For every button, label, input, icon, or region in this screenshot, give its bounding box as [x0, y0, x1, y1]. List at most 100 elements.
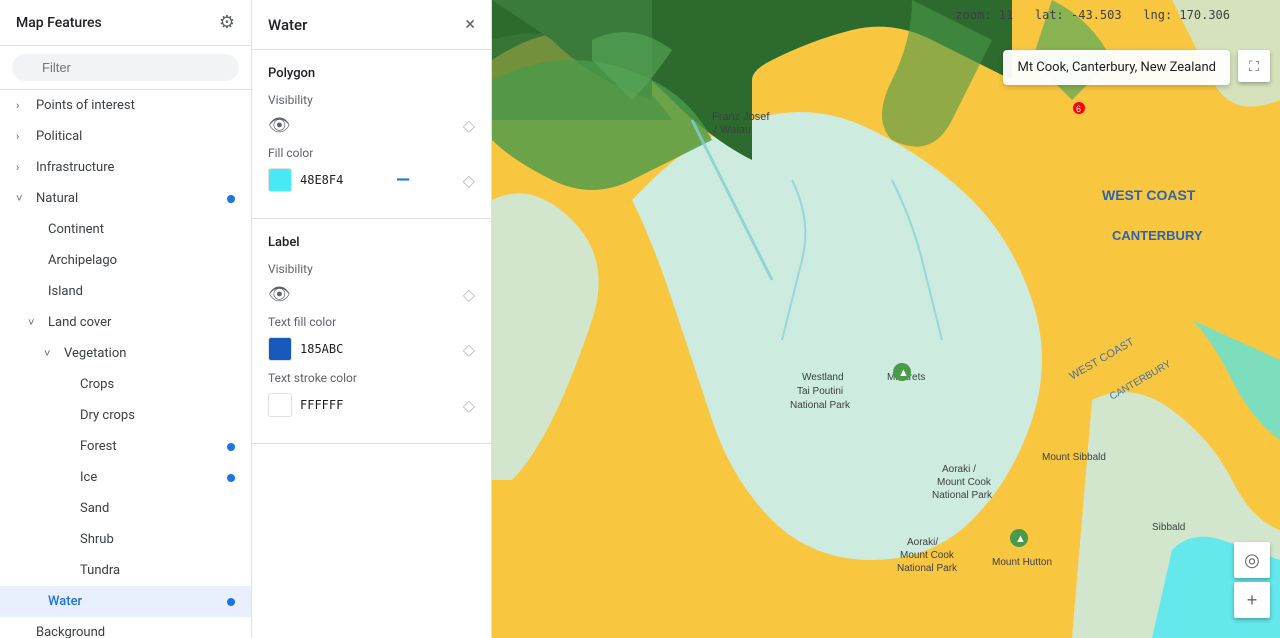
sidebar-item-label: Island	[48, 284, 235, 299]
chevron-icon: ˅	[16, 192, 32, 205]
sidebar-item-infrastructure[interactable]: › Infrastructure	[0, 152, 251, 183]
diamond-icon-text-stroke[interactable]: ◇	[463, 396, 475, 415]
label-heading: Label	[268, 235, 475, 250]
svg-text:Mount Sibbald: Mount Sibbald	[1042, 452, 1106, 463]
sidebar: Map Features ⚙ ≡ › Points of interest ›Pol…	[0, 0, 252, 638]
diamond-icon-text-fill[interactable]: ◇	[463, 340, 475, 359]
svg-text:Mount Cook: Mount Cook	[900, 550, 955, 561]
filter-wrap: ≡	[12, 54, 239, 81]
svg-text:Mount Cook: Mount Cook	[937, 477, 992, 488]
diamond-icon-label[interactable]: ◇	[463, 285, 475, 304]
text-stroke-color-swatch-wrap: FFFFFF	[268, 393, 343, 417]
fill-color-row: 48E8F4 — ◇	[268, 168, 475, 192]
fullscreen-icon: ⛶	[1249, 58, 1259, 75]
close-icon[interactable]: ×	[465, 14, 475, 35]
panel-header: Water ×	[252, 0, 491, 50]
sidebar-item-background[interactable]: Background	[0, 617, 251, 638]
diamond-icon-polygon[interactable]: ◇	[463, 116, 475, 135]
svg-text:CANTERBURY: CANTERBURY	[1112, 228, 1203, 243]
svg-text:Franz Josef: Franz Josef	[712, 111, 770, 123]
chevron-icon: ›	[16, 130, 32, 143]
sidebar-item-label: Water	[48, 594, 227, 609]
location-button[interactable]: ◎	[1234, 542, 1270, 578]
sidebar-item-label: Natural	[36, 191, 227, 206]
zoom-in-button[interactable]: +	[1234, 582, 1270, 618]
chevron-icon: ˅	[28, 316, 44, 329]
polygon-section: Polygon Visibility 👁 ◇ Fill color 48E8F4…	[252, 50, 491, 219]
svg-text:National Park: National Park	[932, 490, 993, 501]
sidebar-item-label: Forest	[80, 439, 227, 454]
fullscreen-button[interactable]: ⛶	[1238, 50, 1270, 82]
gear-icon[interactable]: ⚙	[219, 12, 235, 33]
modified-dot	[227, 443, 235, 451]
chevron-icon: ›	[16, 99, 32, 112]
sidebar-item-label: Shrub	[80, 532, 235, 547]
text-stroke-color-swatch[interactable]	[268, 393, 292, 417]
text-fill-color-swatch-wrap: 185ABC	[268, 337, 343, 361]
text-fill-color-label: Text fill color	[268, 315, 475, 329]
sidebar-item-island[interactable]: Island	[0, 276, 251, 307]
sidebar-item-land-cover[interactable]: ˅ Land cover	[0, 307, 251, 338]
sidebar-item-label: Vegetation	[64, 346, 235, 361]
svg-text:/ Waiau: / Waiau	[714, 124, 751, 136]
svg-text:WEST COAST: WEST COAST	[1102, 187, 1196, 203]
sidebar-item-label: Continent	[48, 222, 235, 237]
text-fill-color-row: 185ABC ◇	[268, 337, 475, 361]
svg-text:▲: ▲	[898, 367, 909, 379]
sidebar-item-sand[interactable]: Sand	[0, 493, 251, 524]
sidebar-item-archipelago[interactable]: Archipelago	[0, 245, 251, 276]
fill-color-value: 48E8F4	[300, 173, 343, 187]
filter-bar: ≡	[0, 46, 251, 90]
svg-text:Westland: Westland	[802, 372, 844, 383]
eye-icon-label[interactable]: 👁	[268, 284, 291, 305]
sidebar-list: ›Points of interest›Political›Infrastruc…	[0, 90, 251, 638]
feature-panel: Water × Polygon Visibility 👁 ◇ Fill colo…	[252, 0, 492, 638]
sidebar-item-label: Land cover	[48, 315, 235, 330]
svg-text:Aoraki/: Aoraki/	[907, 537, 938, 548]
map-area[interactable]: WEST COAST CANTERBURY WEST COAST CANTERB…	[492, 0, 1280, 638]
visibility-label-label: Visibility	[268, 262, 475, 276]
sidebar-item-dry-crops[interactable]: Dry crops	[0, 400, 251, 431]
sidebar-item-label: Archipelago	[48, 253, 235, 268]
text-stroke-color-label: Text stroke color	[268, 371, 475, 385]
sidebar-item-water[interactable]: Water	[0, 586, 251, 617]
sidebar-item-natural[interactable]: ˅ Natural	[0, 183, 251, 214]
sidebar-item-crops[interactable]: Crops	[0, 369, 251, 400]
sidebar-item-continent[interactable]: Continent	[0, 214, 251, 245]
modified-dot	[227, 195, 235, 203]
text-fill-color-swatch[interactable]	[268, 337, 292, 361]
minus-icon-fill[interactable]: —	[396, 170, 410, 191]
sidebar-item-label: Sand	[80, 501, 235, 516]
sidebar-item-tundra[interactable]: Tundra	[0, 555, 251, 586]
sidebar-item-label: Infrastructure	[36, 160, 235, 175]
sidebar-item-ice[interactable]: Ice	[0, 462, 251, 493]
sidebar-header: Map Features ⚙	[0, 0, 251, 46]
location-icon: ◎	[1244, 550, 1260, 571]
sidebar-item-points-of-interest[interactable]: › Points of interest	[0, 90, 251, 121]
sidebar-item-label: Points of interest	[36, 98, 235, 113]
text-stroke-color-value: FFFFFF	[300, 398, 343, 412]
chevron-icon: ˅	[44, 347, 60, 360]
sidebar-item-label: Tundra	[80, 563, 235, 578]
sidebar-item-label: Ice	[80, 470, 227, 485]
filter-input[interactable]	[12, 54, 239, 81]
modified-dot	[227, 598, 235, 606]
svg-text:Sibbald: Sibbald	[1152, 522, 1185, 533]
fill-color-swatch[interactable]	[268, 168, 292, 192]
visibility-label-polygon: Visibility	[268, 93, 475, 107]
visibility-control-polygon: 👁 ◇	[268, 115, 475, 136]
sidebar-title: Map Features	[16, 15, 102, 31]
chevron-icon: ›	[16, 161, 32, 174]
fill-color-swatch-wrap: 48E8F4	[268, 168, 343, 192]
visibility-control-label: 👁 ◇	[268, 284, 475, 305]
diamond-icon-fill[interactable]: ◇	[463, 171, 475, 190]
eye-icon-polygon[interactable]: 👁	[268, 115, 291, 136]
sidebar-item-forest[interactable]: Forest	[0, 431, 251, 462]
svg-text:National Park: National Park	[790, 400, 851, 411]
sidebar-item-shrub[interactable]: Shrub	[0, 524, 251, 555]
sidebar-item-political[interactable]: ›Political	[0, 121, 251, 152]
sidebar-item-vegetation[interactable]: ˅ Vegetation	[0, 338, 251, 369]
svg-text:National Park: National Park	[897, 563, 958, 574]
text-fill-color-value: 185ABC	[300, 342, 343, 356]
label-section: Label Visibility 👁 ◇ Text fill color 185…	[252, 219, 491, 444]
